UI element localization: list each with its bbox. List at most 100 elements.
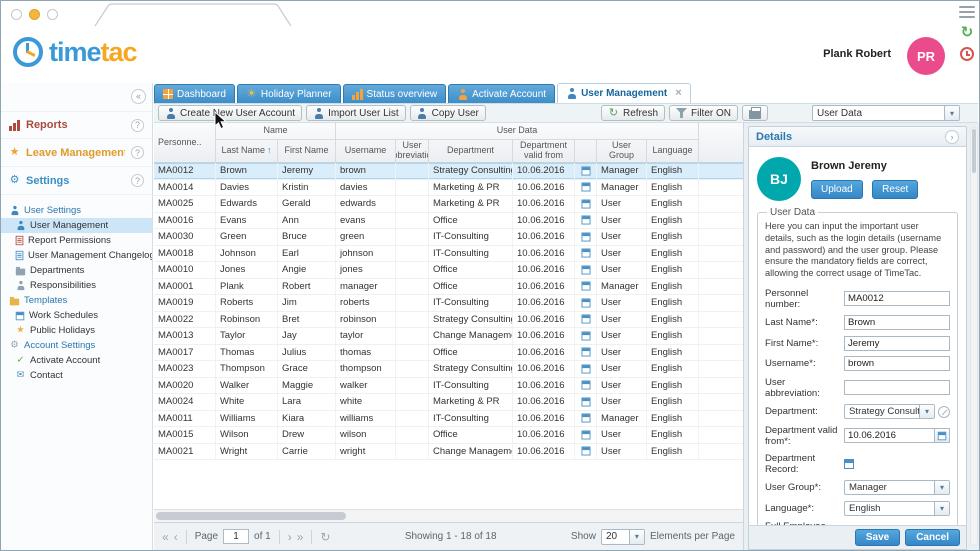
sidebar-section-reports[interactable]: Reports? — [1, 111, 152, 139]
help-icon[interactable]: ? — [131, 118, 144, 132]
view-select[interactable]: User Data — [812, 105, 960, 121]
sidebar-item-activate-account[interactable]: ✓ Activate Account — [1, 353, 152, 368]
chevron-down-icon[interactable] — [934, 481, 949, 495]
column-header-abbreviation[interactable]: User abbreviation — [396, 140, 429, 162]
table-row[interactable]: MA0011 Williams Kiara williams IT-Consulting… — [154, 410, 743, 427]
chevron-down-icon[interactable] — [628, 529, 644, 544]
chevron-down-icon[interactable] — [919, 405, 934, 419]
table-row[interactable]: MA0001 Plank Robert manager Office 10.06.2016… — [154, 278, 743, 295]
column-header-first-name[interactable]: First Name — [278, 140, 336, 162]
field-input[interactable] — [844, 356, 950, 372]
tab-activate-account[interactable]: Activate Account — [448, 84, 556, 103]
table-row[interactable]: MA0022 Robinson Bret robinson Strategy Consu… — [154, 311, 743, 328]
table-row[interactable]: MA0021WrightCarriewright Change Managemen… — [154, 443, 743, 460]
prev-page-icon[interactable]: ‹ — [174, 531, 178, 543]
hamburger-menu-icon[interactable] — [959, 6, 975, 18]
import-user-list-button[interactable]: Import User List — [306, 105, 406, 121]
browser-refresh-icon[interactable]: ↻ — [961, 25, 974, 40]
field-input[interactable] — [844, 291, 950, 307]
table-row[interactable]: MA0010 Jones Angie jones Office 10.06.2016 Use… — [154, 262, 743, 279]
sidebar-item-report-permissions[interactable]: Report Permissions — [1, 233, 152, 248]
time-tracking-clock-icon[interactable] — [960, 47, 974, 61]
window-control-icon[interactable] — [11, 9, 22, 20]
copy-user-button[interactable]: Copy User — [409, 105, 486, 121]
sidebar-item-user-management[interactable]: User Management — [1, 218, 152, 233]
field-input[interactable] — [844, 315, 950, 331]
column-header-last-name[interactable]: Last Name ↑ — [216, 140, 278, 162]
help-icon[interactable]: ? — [131, 146, 144, 159]
column-header-user-group[interactable]: User Group — [597, 140, 647, 162]
sidebar-item-contact[interactable]: ✉ Contact — [1, 368, 152, 383]
window-control-icon[interactable] — [47, 9, 58, 20]
upload-button[interactable]: Upload — [811, 180, 863, 199]
table-row[interactable]: MA0015 Wilson Drew wilson Office 10.06.2016 Us… — [154, 427, 743, 444]
table-row[interactable]: MA0012 Brown Jeremy brown Strategy Consultin… — [154, 163, 743, 180]
column-header-department[interactable]: Department — [429, 140, 513, 162]
column-header-username[interactable]: Username — [336, 140, 396, 162]
save-button[interactable]: Save — [854, 529, 901, 546]
tab-status-overview[interactable]: Status overview — [342, 84, 447, 103]
table-row[interactable]: MA0023 Thompson Grace thompson Strategy Cons… — [154, 361, 743, 378]
window-control-icon[interactable] — [29, 9, 40, 20]
reset-button[interactable]: Reset — [872, 180, 919, 199]
column-header-valid-from[interactable]: Department valid from — [513, 140, 575, 162]
table-row[interactable]: MA0014 Davies Kristin davies Marketing & PR 1… — [154, 179, 743, 196]
field-input[interactable] — [844, 380, 950, 396]
calendar-icon[interactable] — [844, 458, 854, 469]
next-page-icon[interactable]: › — [288, 531, 292, 543]
sidebar-item-work-schedules[interactable]: Work Schedules — [1, 308, 152, 323]
last-page-icon[interactable]: » — [297, 531, 304, 543]
filter-button[interactable]: Filter ON — [669, 105, 738, 121]
clear-icon[interactable] — [938, 405, 950, 418]
tab-holiday-planner[interactable]: ☀ Holiday Planner — [236, 84, 341, 103]
sidebar-item-user-management-changelog[interactable]: User Management Changelog — [1, 248, 152, 263]
field-select[interactable]: Manager — [844, 480, 950, 496]
column-header-record[interactable] — [575, 140, 597, 162]
sidebar-item-public-holidays[interactable]: ★ Public Holidays — [1, 323, 152, 338]
table-row[interactable]: MA0020 Walker Maggie walker IT-Consulting 10.… — [154, 377, 743, 394]
page-input[interactable] — [223, 529, 250, 544]
tab-dashboard[interactable]: Dashboard — [154, 84, 235, 103]
field-select[interactable]: Strategy Consulting — [844, 404, 935, 420]
horizontal-scrollbar[interactable] — [154, 509, 743, 522]
sidebar-item-account-settings[interactable]: ⚙ Account Settings — [1, 338, 152, 353]
calendar-trigger-icon[interactable] — [935, 428, 950, 444]
sidebar-collapse-icon[interactable]: « — [131, 89, 146, 104]
sidebar-item-departments[interactable]: Departments — [1, 263, 152, 278]
table-row[interactable]: MA0019 Roberts Jim roberts IT-Consulting 10.0… — [154, 295, 743, 312]
first-page-icon[interactable]: « — [162, 531, 169, 543]
page-size-select[interactable]: 20 — [600, 528, 645, 545]
table-row[interactable]: MA0030 Green Bruce green IT-Consulting 10.06.… — [154, 229, 743, 246]
table-row[interactable]: MA0016 Evans Ann evans Office 10.06.2016 User E… — [154, 212, 743, 229]
chevron-down-icon[interactable] — [944, 106, 959, 120]
table-row[interactable]: MA0017 Thomas Julius thomas Office 10.06.2016… — [154, 344, 743, 361]
refresh-button[interactable]: ↻ Refresh — [600, 105, 665, 121]
field-select[interactable]: English — [844, 500, 950, 516]
sidebar-section-settings[interactable]: ⚙ Settings? — [1, 167, 152, 195]
tab-user-management[interactable]: User Management × — [557, 83, 691, 103]
cancel-button[interactable]: Cancel — [905, 529, 960, 546]
field-input[interactable] — [844, 335, 950, 351]
table-row[interactable]: MA0025 Edwards Gerald edwards Marketing & PR… — [154, 196, 743, 213]
table-row[interactable]: MA0018 Johnson Earl johnson IT-Consulting 10.… — [154, 245, 743, 262]
sidebar-item-responsibilities[interactable]: Responsibilities — [1, 278, 152, 293]
chevron-down-icon[interactable] — [934, 501, 949, 515]
column-header-personnel[interactable]: Personne.. — [154, 123, 216, 162]
print-button[interactable] — [742, 105, 768, 121]
sidebar-section-leave-management[interactable]: ★ Leave Management? — [1, 139, 152, 167]
create-user-button[interactable]: Create New User Account — [158, 105, 303, 121]
sidebar-item-user-settings[interactable]: User Settings — [1, 203, 152, 218]
scrollbar-thumb[interactable] — [972, 129, 976, 173]
tab-close-icon[interactable]: × — [675, 88, 681, 99]
sidebar-item-templates[interactable]: Templates — [1, 293, 152, 308]
table-row[interactable]: MA0024 White Lara white Marketing & PR 10.06.… — [154, 394, 743, 411]
column-header-language[interactable]: Language — [647, 140, 699, 162]
vertical-scrollbar[interactable] — [970, 127, 978, 546]
table-row[interactable]: MA0013TaylorJaytaylor Change Management10… — [154, 328, 743, 345]
field-input[interactable] — [844, 428, 935, 444]
scrollbar-thumb[interactable] — [156, 512, 346, 520]
details-collapse-icon[interactable]: › — [945, 129, 959, 144]
pager-refresh-icon[interactable]: ↻ — [320, 531, 330, 543]
user-avatar[interactable]: PR — [907, 37, 945, 75]
help-icon[interactable]: ? — [131, 174, 144, 187]
